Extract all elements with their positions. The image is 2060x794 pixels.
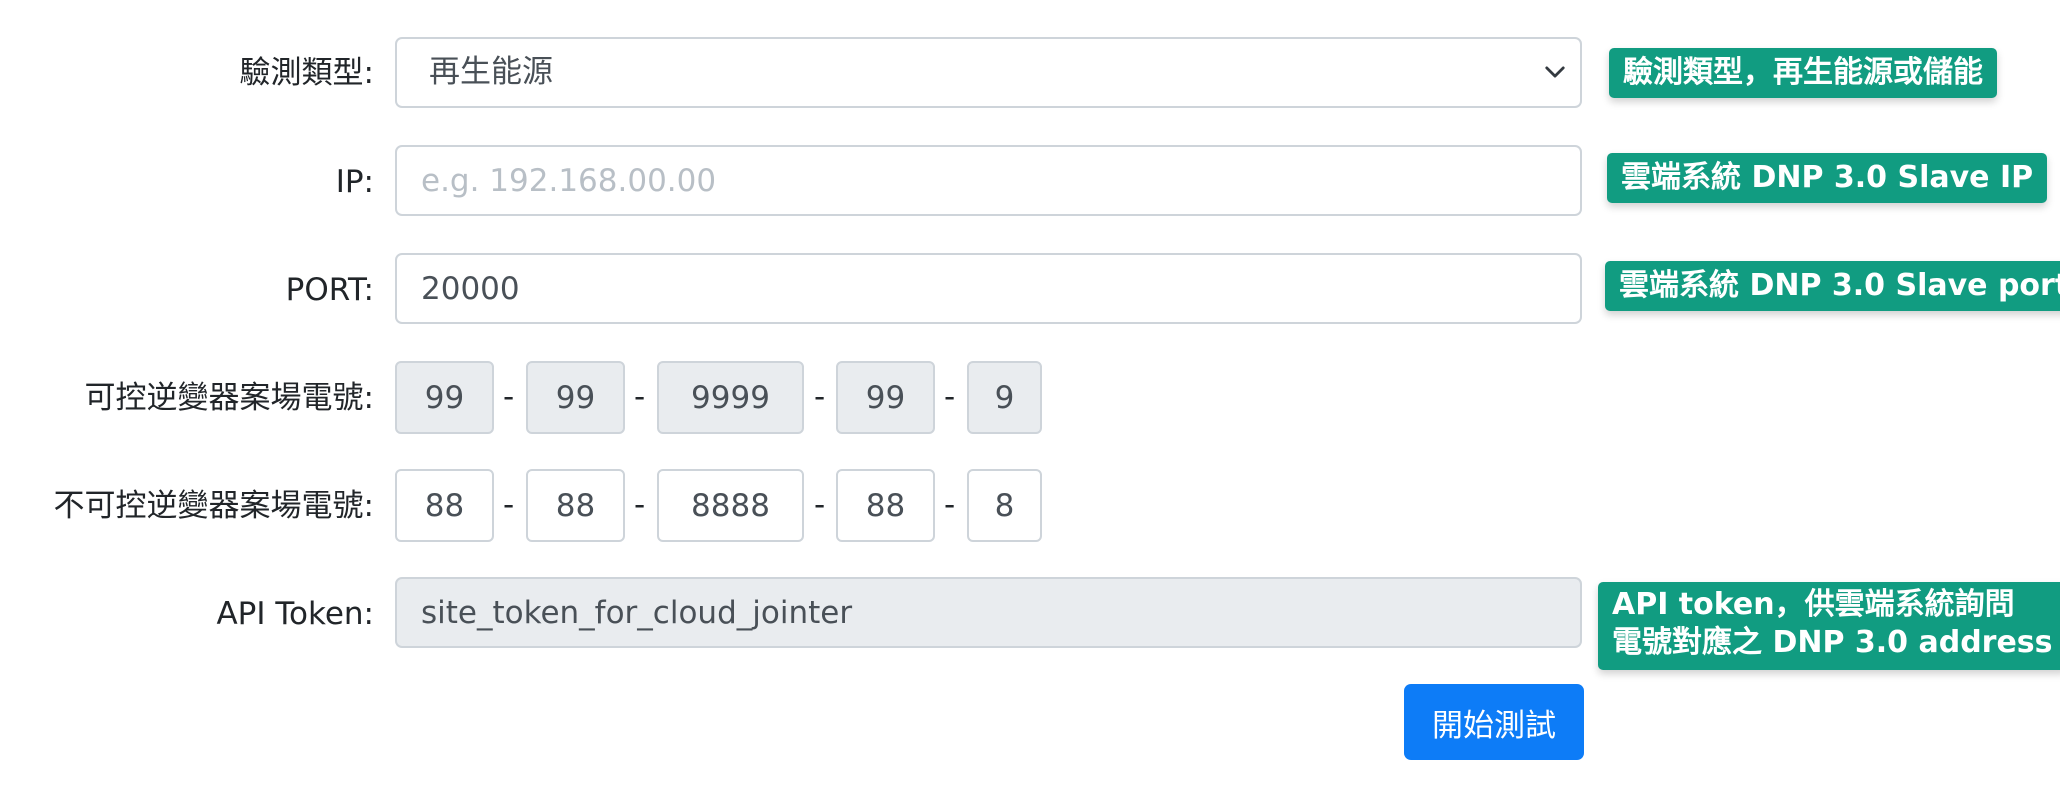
api-token-hint-line-1: API token，供雲端系統詢問 [1612, 587, 2015, 622]
separator: - [503, 379, 515, 415]
uncontrollable-meter-segment-5[interactable] [967, 469, 1042, 542]
separator: - [503, 487, 515, 523]
separator: - [944, 487, 956, 523]
controllable-meter-segment-5 [967, 361, 1042, 434]
type-select[interactable]: 再生能源 [395, 37, 1582, 108]
port-input[interactable] [395, 253, 1582, 324]
type-label: 驗測類型: [239, 55, 374, 91]
api-token-hint-badge: API token，供雲端系統詢問 電號對應之 DNP 3.0 address [1598, 582, 2060, 670]
separator: - [634, 379, 646, 415]
controllable-meter-segment-2 [526, 361, 625, 434]
api-token-label: API Token: [216, 596, 374, 632]
separator: - [814, 487, 826, 523]
uncontrollable-meter-segment-2[interactable] [526, 469, 625, 542]
port-hint-badge: 雲端系統 DNP 3.0 Slave port [1605, 261, 2060, 311]
type-hint-badge: 驗測類型，再生能源或儲能 [1609, 48, 1997, 98]
chevron-down-icon [1545, 66, 1565, 78]
controllable-meter-segment-1 [395, 361, 494, 434]
uncontrollable-meter-segment-4[interactable] [836, 469, 935, 542]
controllable-meter-segment-4 [836, 361, 935, 434]
api-token-input [395, 577, 1582, 648]
controllable-meter-label: 可控逆變器案場電號: [84, 380, 374, 416]
port-label: PORT: [285, 272, 374, 308]
uncontrollable-meter-segment-3[interactable] [657, 469, 804, 542]
start-test-button[interactable]: 開始測試 [1404, 684, 1584, 760]
ip-hint-badge: 雲端系統 DNP 3.0 Slave IP [1607, 153, 2048, 203]
api-token-hint-line-2: 電號對應之 DNP 3.0 address [1612, 625, 2053, 660]
ip-input[interactable] [395, 145, 1582, 216]
ip-label: IP: [335, 164, 374, 200]
controllable-meter-segment-3 [657, 361, 804, 434]
uncontrollable-meter-label: 不可控逆變器案場電號: [53, 488, 374, 524]
uncontrollable-meter-segment-1[interactable] [395, 469, 494, 542]
separator: - [944, 379, 956, 415]
separator: - [814, 379, 826, 415]
type-select-value: 再生能源 [429, 54, 553, 90]
separator: - [634, 487, 646, 523]
